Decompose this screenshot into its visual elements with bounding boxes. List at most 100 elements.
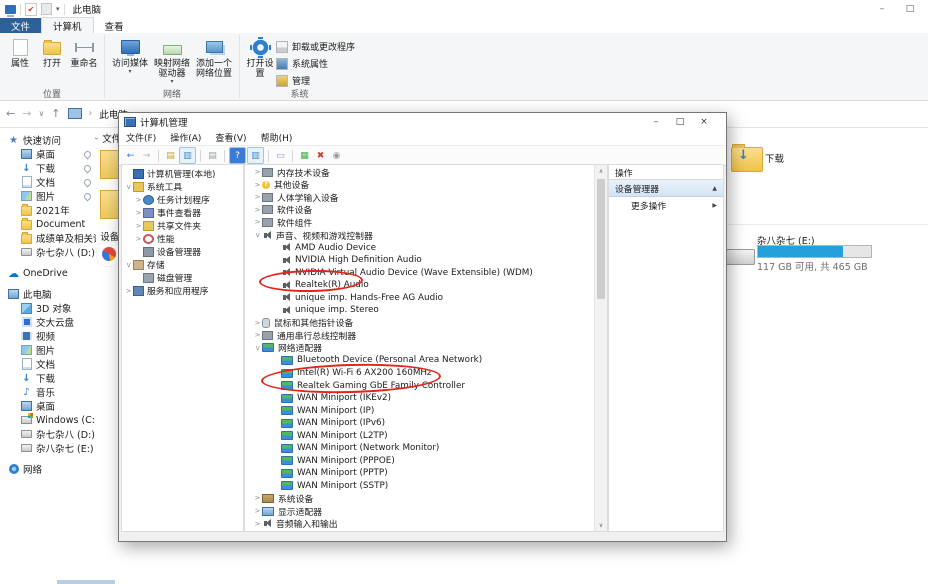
back-icon[interactable]: ←: [123, 148, 138, 163]
device-tree-item[interactable]: WAN Miniport (IPv6): [245, 417, 595, 430]
console-tree-item[interactable]: >系统工具: [122, 180, 243, 193]
console-tree-item[interactable]: >任务计划程序: [122, 193, 243, 206]
forward-icon[interactable]: →: [139, 148, 154, 163]
forward-icon[interactable]: →: [22, 107, 31, 120]
qat-dropdown-icon[interactable]: ▾: [56, 5, 60, 13]
device-tree-item[interactable]: >声音、视频和游戏控制器: [245, 229, 595, 242]
device-tree-item[interactable]: >网络适配器: [245, 342, 595, 355]
device-tree-item[interactable]: >软件组件: [245, 216, 595, 229]
ribbon-button[interactable]: 添加一个网络位置: [194, 36, 234, 79]
sidebar-item[interactable]: 2021年: [0, 203, 96, 217]
sidebar-item[interactable]: 文档: [0, 357, 96, 371]
drive-icon[interactable]: [726, 249, 755, 265]
console-tree-item[interactable]: >共享文件夹: [122, 219, 243, 232]
mmc-titlebar[interactable]: 计算机管理 –□×: [119, 113, 726, 130]
console-tree-item[interactable]: 设备管理器: [122, 245, 243, 258]
device-tree-item[interactable]: >内存技术设备: [245, 166, 595, 179]
device-tree-item[interactable]: WAN Miniport (IKEv2): [245, 392, 595, 405]
back-icon[interactable]: ←: [6, 107, 15, 120]
device-tree-item[interactable]: >显示适配器: [245, 505, 595, 518]
sidebar-item[interactable]: 3D 对象: [0, 301, 96, 315]
expander-icon[interactable]: >: [125, 260, 133, 269]
sidebar-item[interactable]: 图片: [0, 343, 96, 357]
ribbon-button[interactable]: 访问媒体▾: [110, 36, 150, 74]
device-tree-item[interactable]: WAN Miniport (PPPOE): [245, 455, 595, 468]
expander-icon[interactable]: >: [253, 520, 262, 528]
sidebar-item[interactable]: 桌面: [0, 147, 96, 161]
scan-hardware-icon[interactable]: ▦: [297, 148, 312, 163]
device-tree-item[interactable]: >音频输入和输出: [245, 517, 595, 530]
ribbon-button[interactable]: 打开: [37, 36, 67, 69]
device-tree-item[interactable]: Bluetooth Device (Personal Area Network): [245, 354, 595, 367]
tab-view[interactable]: 查看: [94, 18, 135, 33]
maximize-button[interactable]: □: [896, 0, 924, 18]
scrollbar-thumb[interactable]: [597, 179, 605, 299]
expander-icon[interactable]: >: [124, 287, 133, 295]
expander-icon[interactable]: >: [134, 222, 143, 230]
device-tree-item[interactable]: WAN Miniport (IP): [245, 404, 595, 417]
expander-icon[interactable]: >: [253, 181, 262, 189]
ribbon-small-button[interactable]: 系统属性: [276, 57, 355, 70]
ribbon-button[interactable]: 打开设置: [245, 36, 275, 79]
device-tree-item[interactable]: unique imp. Hands-Free AG Audio: [245, 291, 595, 304]
close-button[interactable]: ×: [692, 113, 716, 130]
actions-group-device-manager[interactable]: 设备管理器 ▲: [609, 180, 723, 197]
device-tree-item[interactable]: >人体学输入设备: [245, 191, 595, 204]
maximize-button[interactable]: □: [668, 113, 692, 130]
export-list-icon[interactable]: ▤: [163, 148, 178, 163]
menu-item[interactable]: 文件(F): [126, 131, 156, 144]
menu-item[interactable]: 查看(V): [215, 131, 246, 144]
device-tree-item[interactable]: WAN Miniport (SSTP): [245, 480, 595, 493]
more-actions-item[interactable]: 更多操作 ▶: [609, 197, 723, 213]
sidebar-item[interactable]: 交大云盘: [0, 315, 96, 329]
sidebar-item[interactable]: 视频: [0, 329, 96, 343]
sidebar-item[interactable]: Windows (C:): [0, 413, 96, 427]
minimize-button[interactable]: –: [644, 113, 668, 130]
menu-item[interactable]: 帮助(H): [261, 131, 293, 144]
expander-icon[interactable]: >: [253, 494, 262, 502]
expander-icon[interactable]: >: [253, 331, 262, 339]
device-tree-item[interactable]: WAN Miniport (PPTP): [245, 467, 595, 480]
device-tree-item[interactable]: NVIDIA High Definition Audio: [245, 254, 595, 267]
ribbon-button[interactable]: 属性: [5, 36, 35, 69]
disabled-action-icon[interactable]: ◉: [329, 148, 344, 163]
minimize-button[interactable]: –: [868, 0, 896, 18]
device-tree-item[interactable]: >鼠标和其他指针设备: [245, 317, 595, 330]
device-tree-item[interactable]: >软件设备: [245, 204, 595, 217]
sidebar-item[interactable]: 此电脑: [0, 287, 96, 301]
sidebar-item[interactable]: ↓下载: [0, 161, 96, 175]
tab-file[interactable]: 文件: [0, 18, 41, 33]
help-icon[interactable]: ?: [229, 147, 246, 164]
device-tree-item[interactable]: >通用串行总线控制器: [245, 329, 595, 342]
up-icon[interactable]: ↑: [51, 107, 60, 120]
device-tree-item[interactable]: >?其他设备: [245, 179, 595, 192]
expander-icon[interactable]: >: [254, 231, 262, 240]
device-tree-item[interactable]: AMD Audio Device: [245, 241, 595, 254]
sidebar-item[interactable]: ♪音乐: [0, 385, 96, 399]
sidebar-item[interactable]: 杂七杂八 (D:): [0, 245, 96, 259]
sidebar-item[interactable]: ★快速访问: [0, 133, 96, 147]
expander-icon[interactable]: >: [134, 196, 143, 204]
sidebar-item[interactable]: ☁OneDrive: [0, 266, 96, 280]
console-tree-item[interactable]: >服务和应用程序: [122, 284, 243, 297]
expander-icon[interactable]: >: [253, 193, 262, 201]
expander-icon[interactable]: >: [134, 209, 143, 217]
console-tree-item[interactable]: >性能: [122, 232, 243, 245]
expander-icon[interactable]: >: [253, 319, 262, 327]
ribbon-button[interactable]: 映射网络驱动器▾: [152, 36, 192, 84]
action-pane-icon[interactable]: ▭: [273, 148, 288, 163]
sidebar-item[interactable]: 杂八杂七 (E:): [0, 441, 96, 455]
recent-locations-icon[interactable]: ∨: [38, 109, 44, 118]
expander-icon[interactable]: >: [253, 218, 262, 226]
sidebar-item[interactable]: 网络: [0, 462, 96, 476]
console-tree-item[interactable]: 磁盘管理: [122, 271, 243, 284]
collapse-icon[interactable]: ▲: [712, 185, 717, 192]
device-tree-item[interactable]: >系统设备: [245, 492, 595, 505]
sidebar-item[interactable]: Document: [0, 217, 96, 231]
scrollbar[interactable]: ∧ ∨: [594, 165, 607, 531]
sidebar-item[interactable]: 桌面: [0, 399, 96, 413]
folder-shortcut-icon[interactable]: [41, 3, 52, 15]
expander-icon[interactable]: >: [253, 168, 262, 176]
console-tree-item[interactable]: >存储: [122, 258, 243, 271]
sidebar-item[interactable]: ↓下载: [0, 371, 96, 385]
